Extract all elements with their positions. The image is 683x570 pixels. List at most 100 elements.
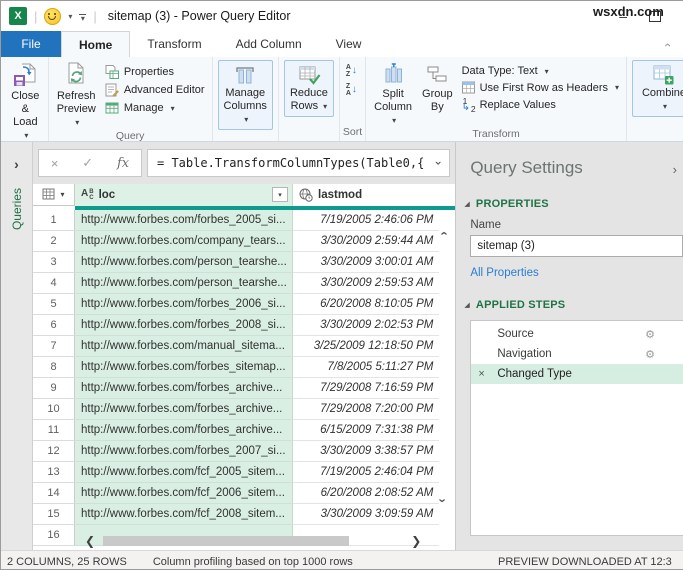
row-number[interactable]: 1 bbox=[33, 210, 75, 231]
lastmod-cell[interactable]: 3/30/2009 2:59:53 AM bbox=[293, 273, 440, 294]
lastmod-cell[interactable]: 7/8/2005 5:11:27 PM bbox=[293, 357, 440, 378]
formula-input[interactable]: = Table.TransformColumnTypes(Table0,{ › bbox=[147, 149, 451, 177]
loc-cell[interactable]: http://www.forbes.com/forbes_archive... bbox=[75, 399, 293, 420]
advanced-editor-button[interactable]: Advanced Editor bbox=[105, 83, 205, 97]
loc-cell[interactable]: http://www.forbes.com/forbes_2008_si... bbox=[75, 315, 293, 336]
column-header-lastmod[interactable]: lastmod bbox=[293, 184, 440, 206]
loc-cell[interactable]: http://www.forbes.com/forbes_sitemap... bbox=[75, 357, 293, 378]
use-first-row-as-headers-button[interactable]: Use First Row as Headers ▾ bbox=[461, 81, 619, 94]
vertical-scrollbar[interactable]: › › bbox=[436, 210, 456, 550]
tab-add-column[interactable]: Add Column bbox=[219, 31, 319, 57]
close-and-load-button[interactable]: Close & Load ▾ bbox=[6, 57, 45, 141]
loc-cell[interactable]: http://www.forbes.com/fcf_2006_sitem... bbox=[75, 483, 293, 504]
replace-values-button[interactable]: 1 ↳ 2 Replace Values bbox=[462, 96, 619, 114]
row-number[interactable]: 7 bbox=[33, 336, 75, 357]
loc-cell[interactable]: http://www.forbes.com/forbes_2006_si... bbox=[75, 294, 293, 315]
feedback-smiley-icon[interactable] bbox=[44, 7, 62, 25]
row-number[interactable]: 14 bbox=[33, 483, 75, 504]
row-number[interactable]: 13 bbox=[33, 462, 75, 483]
lastmod-cell[interactable]: 3/30/2009 3:38:57 PM bbox=[293, 441, 440, 462]
scrollbar-thumb[interactable] bbox=[103, 536, 350, 546]
row-number[interactable]: 6 bbox=[33, 315, 75, 336]
lastmod-cell[interactable]: 3/30/2009 2:02:53 PM bbox=[293, 315, 440, 336]
lastmod-cell[interactable]: 3/25/2009 12:18:50 PM bbox=[293, 336, 440, 357]
row-number[interactable]: 4 bbox=[33, 273, 75, 294]
applied-steps-section-header[interactable]: ◢ APPLIED STEPS bbox=[464, 299, 683, 311]
reduce-rows-button[interactable]: Reduce Rows ▾ bbox=[283, 60, 334, 117]
tab-file[interactable]: File bbox=[1, 31, 61, 57]
lastmod-cell[interactable]: 7/29/2008 7:16:59 PM bbox=[293, 378, 440, 399]
scrollbar-track[interactable] bbox=[103, 536, 403, 546]
smiley-dropdown-icon[interactable]: ▾ bbox=[68, 12, 72, 21]
quick-access-toolbar-icon[interactable]: ▾ bbox=[79, 12, 87, 22]
queries-pane-collapsed[interactable]: › Queries bbox=[1, 142, 33, 550]
row-number[interactable]: 5 bbox=[33, 294, 75, 315]
row-number[interactable]: 11 bbox=[33, 420, 75, 441]
row-number[interactable]: 2 bbox=[33, 231, 75, 252]
loc-cell[interactable]: http://www.forbes.com/company_tears... bbox=[75, 231, 293, 252]
applied-step-changed-type[interactable]: × Changed Type bbox=[471, 364, 683, 384]
loc-cell[interactable]: http://www.forbes.com/forbes_archive... bbox=[75, 378, 293, 399]
filter-dropdown-button[interactable]: ▾ bbox=[272, 187, 288, 202]
loc-cell[interactable]: http://www.forbes.com/forbes_2005_si... bbox=[75, 210, 293, 231]
manage-button[interactable]: Manage ▾ bbox=[105, 101, 205, 115]
scroll-down-icon[interactable]: › bbox=[436, 498, 451, 502]
tab-home[interactable]: Home bbox=[61, 31, 131, 57]
lastmod-cell[interactable]: 6/20/2008 2:08:52 AM bbox=[293, 483, 440, 504]
group-by-button[interactable]: Group By bbox=[417, 57, 458, 114]
column-header-loc[interactable]: ABC loc ▾ bbox=[75, 184, 293, 206]
cancel-formula-icon[interactable]: × bbox=[51, 156, 59, 171]
delete-step-icon[interactable]: × bbox=[478, 368, 484, 380]
fx-icon[interactable]: fx bbox=[117, 156, 129, 171]
data-type-button[interactable]: Data Type: Text ▾ bbox=[462, 65, 619, 77]
all-properties-link[interactable]: All Properties bbox=[470, 267, 683, 279]
properties-button[interactable]: Properties bbox=[105, 65, 205, 79]
refresh-preview-button[interactable]: Refresh Preview ▾ bbox=[52, 57, 101, 129]
split-column-button[interactable]: Split Column ▾ bbox=[369, 57, 417, 127]
lastmod-cell[interactable]: 7/29/2008 7:20:00 PM bbox=[293, 399, 440, 420]
gear-icon[interactable]: ⚙ bbox=[645, 348, 655, 361]
row-number[interactable]: 10 bbox=[33, 399, 75, 420]
lastmod-cell[interactable]: 7/19/2005 2:46:06 PM bbox=[293, 210, 440, 231]
combine-button[interactable]: Combine ▾ bbox=[632, 60, 683, 117]
scroll-left-icon[interactable]: ❮ bbox=[85, 535, 95, 547]
loc-cell[interactable]: http://www.forbes.com/fcf_2008_sitem... bbox=[75, 504, 293, 525]
scroll-up-icon[interactable]: › bbox=[436, 231, 451, 235]
row-number[interactable]: 16 bbox=[33, 525, 75, 546]
tab-transform[interactable]: Transform bbox=[130, 31, 218, 57]
tab-view[interactable]: View bbox=[319, 31, 379, 57]
loc-cell[interactable]: http://www.forbes.com/person_tearshe... bbox=[75, 273, 293, 294]
gear-icon[interactable]: ⚙ bbox=[645, 328, 655, 341]
lastmod-cell[interactable]: 6/20/2008 8:10:05 PM bbox=[293, 294, 440, 315]
row-number[interactable]: 15 bbox=[33, 504, 75, 525]
sort-descending-button[interactable]: ZA ↓ bbox=[346, 83, 357, 97]
scroll-right-icon[interactable]: ❯ bbox=[411, 535, 421, 547]
collapse-ribbon-icon[interactable]: › bbox=[660, 43, 674, 47]
applied-step-navigation[interactable]: Navigation ⚙ bbox=[471, 344, 683, 364]
row-number[interactable]: 3 bbox=[33, 252, 75, 273]
select-all-button[interactable]: ▾ bbox=[33, 184, 75, 206]
manage-columns-button[interactable]: Manage Columns ▾ bbox=[217, 60, 273, 130]
lastmod-cell[interactable]: 6/15/2009 7:31:38 PM bbox=[293, 420, 440, 441]
loc-cell[interactable]: http://www.forbes.com/fcf_2005_sitem... bbox=[75, 462, 293, 483]
lastmod-cell[interactable]: 7/19/2005 2:46:04 PM bbox=[293, 462, 440, 483]
lastmod-cell[interactable]: 3/30/2009 3:09:59 AM bbox=[293, 504, 440, 525]
horizontal-scrollbar[interactable]: ❮ ❯ bbox=[85, 535, 421, 547]
lastmod-cell[interactable]: 3/30/2009 3:00:01 AM bbox=[293, 252, 440, 273]
expand-formula-icon[interactable]: › bbox=[432, 159, 446, 166]
sort-ascending-button[interactable]: AZ ↓ bbox=[346, 64, 357, 78]
lastmod-cell[interactable]: 3/30/2009 2:59:44 AM bbox=[293, 231, 440, 252]
expand-queries-icon[interactable]: › bbox=[14, 156, 19, 172]
loc-cell[interactable]: http://www.forbes.com/forbes_2007_si... bbox=[75, 441, 293, 462]
loc-cell[interactable]: http://www.forbes.com/person_tearshe... bbox=[75, 252, 293, 273]
collapse-panel-icon[interactable]: › bbox=[673, 162, 677, 177]
row-number[interactable]: 8 bbox=[33, 357, 75, 378]
loc-cell[interactable]: http://www.forbes.com/forbes_archive... bbox=[75, 420, 293, 441]
query-name-input[interactable] bbox=[470, 235, 683, 257]
row-number[interactable]: 12 bbox=[33, 441, 75, 462]
row-number[interactable]: 9 bbox=[33, 378, 75, 399]
properties-section-header[interactable]: ◢ PROPERTIES bbox=[464, 198, 683, 210]
applied-step-source[interactable]: Source ⚙ bbox=[471, 324, 683, 344]
loc-cell[interactable]: http://www.forbes.com/manual_sitema... bbox=[75, 336, 293, 357]
commit-formula-icon[interactable]: ✓ bbox=[82, 155, 93, 171]
